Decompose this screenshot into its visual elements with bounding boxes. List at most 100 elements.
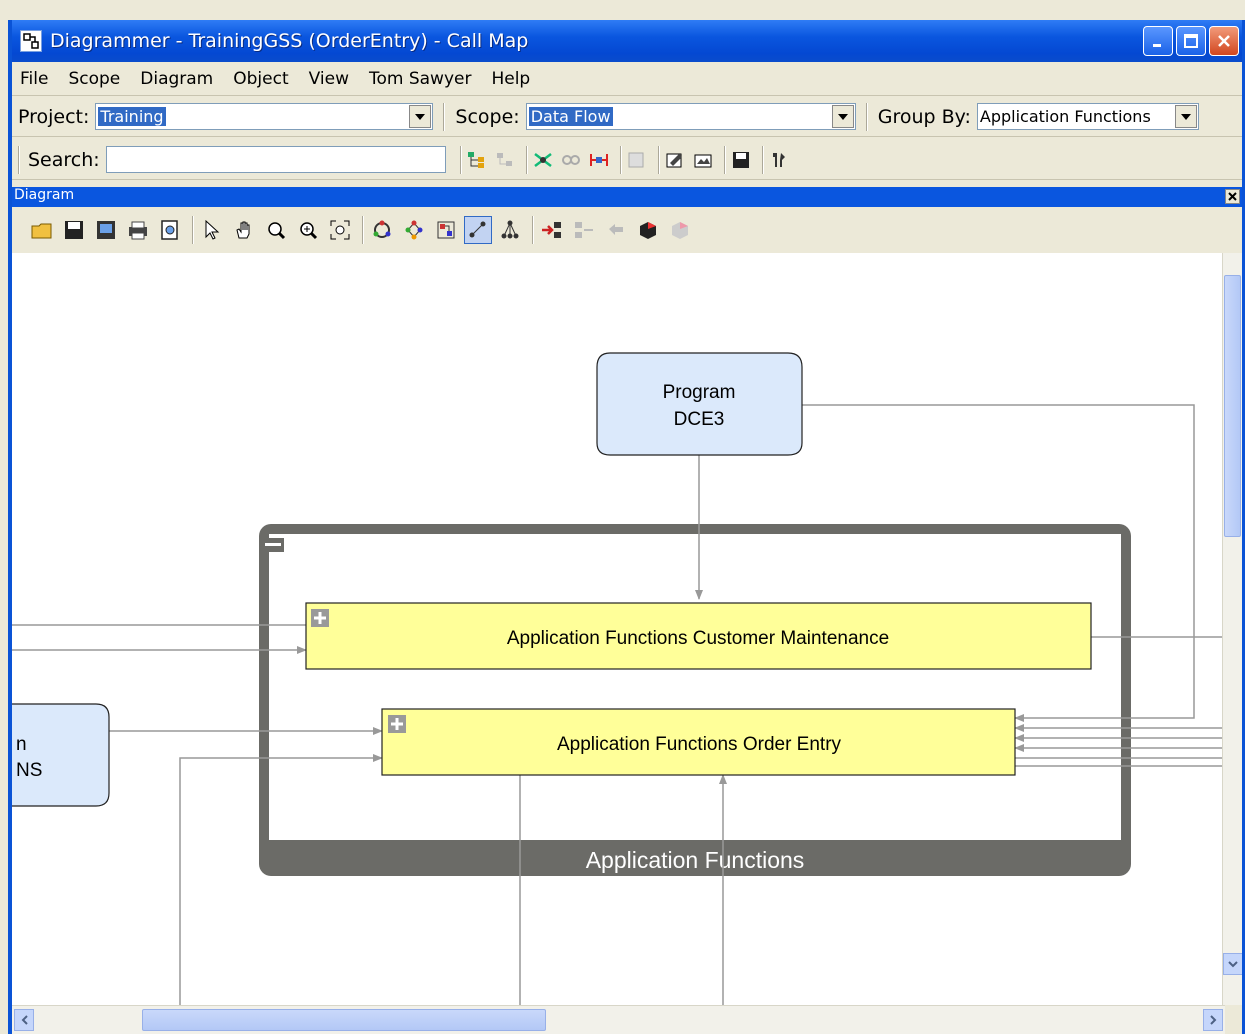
- open-folder-icon[interactable]: [28, 216, 56, 244]
- chevron-down-icon: [1228, 960, 1238, 967]
- left-offscreen-node[interactable]: n NS: [12, 703, 110, 807]
- project-value: Training: [98, 107, 166, 126]
- app-diagram-icon: [20, 30, 42, 52]
- menu-tom-sawyer[interactable]: Tom Sawyer: [369, 69, 471, 89]
- layout-symmetric-icon[interactable]: [400, 216, 428, 244]
- menu-diagram[interactable]: Diagram: [140, 69, 213, 89]
- chevron-right-icon: [1209, 1015, 1216, 1025]
- node-customer-maintenance[interactable]: Application Functions Customer Maintenan…: [305, 602, 1092, 670]
- hide-objects-icon[interactable]: [634, 216, 662, 244]
- zoom-fit-icon[interactable]: [326, 216, 354, 244]
- scope-combo[interactable]: Data Flow: [525, 103, 856, 130]
- toolbar-separator: [532, 216, 534, 244]
- zoom-in-icon[interactable]: [294, 216, 322, 244]
- scroll-down-button[interactable]: [1223, 953, 1242, 975]
- search-input[interactable]: [105, 146, 446, 173]
- vertical-scrollbar[interactable]: [1222, 253, 1242, 1005]
- layout-circular-icon[interactable]: [368, 216, 396, 244]
- chevron-left-icon: [21, 1015, 28, 1025]
- program-node[interactable]: Program DCE3: [596, 352, 803, 456]
- toolbar-separator: [192, 216, 194, 244]
- close-icon: [1218, 35, 1230, 47]
- menu-scope[interactable]: Scope: [68, 69, 120, 89]
- node-order-entry[interactable]: Application Functions Order Entry: [381, 708, 1016, 776]
- chevron-down-icon[interactable]: [409, 105, 432, 128]
- layout-tree-icon[interactable]: [496, 216, 524, 244]
- chevron-down-icon[interactable]: [1174, 105, 1197, 128]
- panel-title: Diagram: [14, 187, 75, 203]
- zoom-window-icon[interactable]: [262, 216, 290, 244]
- tools-icon[interactable]: [768, 149, 790, 171]
- left-node-line1: n: [16, 734, 27, 755]
- show-objects-disabled-icon: [666, 216, 694, 244]
- tree-view-icon[interactable]: [466, 149, 488, 171]
- collapse-group-disabled-icon: [570, 216, 598, 244]
- layout-orthogonal-icon[interactable]: [432, 216, 460, 244]
- vertical-scroll-thumb[interactable]: [1224, 275, 1241, 537]
- maximize-icon: [1184, 34, 1198, 48]
- call-map-diagram: Application Functions Program DCE3 Appli…: [12, 352, 1225, 1005]
- search-toolbar: Search:: [12, 140, 1242, 180]
- toolbar-separator: [459, 145, 462, 174]
- toolbar-separator: [525, 145, 528, 174]
- menu-bar: File Scope Diagram Object View Tom Sawye…: [12, 62, 1242, 96]
- toolbar-separator: [18, 145, 20, 174]
- node-order-label: Application Functions Order Entry: [557, 734, 842, 755]
- toolbar-separator: [619, 145, 622, 174]
- diagram-panel-header: Diagram: [12, 187, 1242, 207]
- application-window: Diagrammer - TrainingGSS (OrderEntry) - …: [8, 20, 1245, 1034]
- print-preview-icon[interactable]: [156, 216, 184, 244]
- project-combo[interactable]: Training: [95, 103, 434, 130]
- expand-group-icon[interactable]: [538, 216, 566, 244]
- close-icon: [1228, 192, 1237, 201]
- scope-value: Data Flow: [528, 107, 613, 126]
- toolbar-separator: [865, 102, 868, 131]
- scroll-left-button[interactable]: [14, 1009, 34, 1031]
- save-image-icon[interactable]: [92, 216, 120, 244]
- connect-icon[interactable]: [588, 149, 610, 171]
- node-customer-label: Application Functions Customer Maintenan…: [507, 628, 889, 649]
- toolbar-separator: [657, 145, 660, 174]
- left-node-line2: NS: [16, 760, 42, 781]
- search-label: Search:: [28, 148, 100, 171]
- save-icon[interactable]: [60, 216, 88, 244]
- maximize-button[interactable]: [1176, 26, 1206, 56]
- groupby-label: Group By:: [877, 105, 971, 128]
- toolbar-separator: [443, 102, 446, 131]
- close-button[interactable]: [1209, 26, 1239, 56]
- edit-properties-icon[interactable]: [664, 149, 686, 171]
- group-application-functions[interactable]: Application Functions: [259, 524, 1131, 876]
- analyze-icon[interactable]: [532, 149, 554, 171]
- group-label: Application Functions: [586, 847, 805, 873]
- menu-view[interactable]: View: [309, 69, 349, 89]
- scope-label: Scope:: [455, 105, 520, 128]
- chevron-down-icon[interactable]: [831, 105, 854, 128]
- title-bar[interactable]: Diagrammer - TrainingGSS (OrderEntry) - …: [12, 20, 1242, 62]
- close-panel-button[interactable]: [1225, 189, 1240, 204]
- layout-hierarchical-icon[interactable]: [464, 216, 492, 244]
- project-label: Project:: [18, 105, 90, 128]
- print-icon[interactable]: [124, 216, 152, 244]
- minimize-icon: [1153, 44, 1161, 47]
- toolbar-separator: [761, 145, 764, 174]
- gallery-icon[interactable]: [692, 149, 714, 171]
- groupby-value: Application Functions: [979, 107, 1151, 126]
- link-disabled-icon: [560, 149, 582, 171]
- save-icon[interactable]: [730, 149, 752, 171]
- hierarchy-disabled-icon: [494, 149, 516, 171]
- minimize-button[interactable]: [1143, 26, 1173, 56]
- undo-disabled-icon: [602, 216, 630, 244]
- horizontal-scroll-thumb[interactable]: [142, 1009, 546, 1031]
- groupby-combo[interactable]: Application Functions: [976, 103, 1199, 130]
- select-arrow-icon[interactable]: [198, 216, 226, 244]
- menu-file[interactable]: File: [20, 69, 48, 89]
- horizontal-scrollbar[interactable]: [12, 1005, 1225, 1034]
- scroll-right-button[interactable]: [1203, 1009, 1223, 1031]
- report-disabled-icon: [626, 149, 648, 171]
- pan-hand-icon[interactable]: [230, 216, 258, 244]
- menu-object[interactable]: Object: [233, 69, 288, 89]
- program-node-line1: Program: [663, 382, 736, 403]
- selection-toolbar: Project: Training Scope: Data Flow Group…: [12, 97, 1242, 137]
- menu-help[interactable]: Help: [491, 69, 530, 89]
- diagram-canvas[interactable]: Application Functions Program DCE3 Appli…: [12, 253, 1225, 1005]
